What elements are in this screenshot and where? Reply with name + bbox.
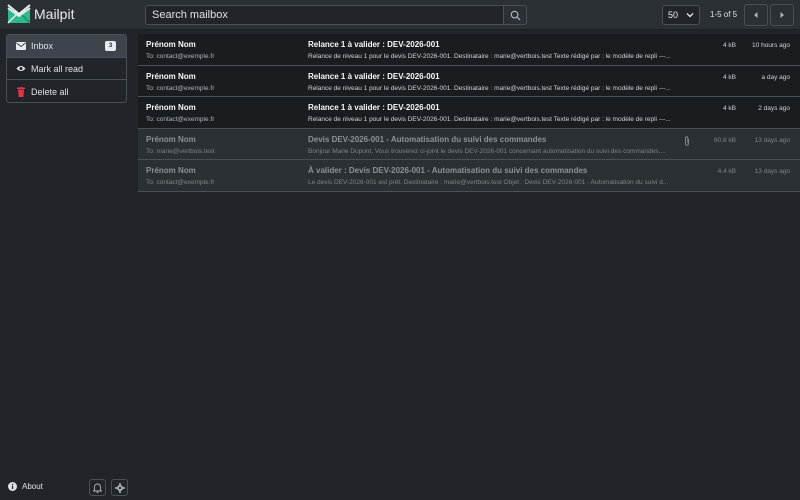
message-from: Prénom Nom — [146, 40, 196, 49]
message-size: 4 kB — [722, 42, 736, 49]
sidebar-item-inbox[interactable]: Inbox 3 — [7, 35, 126, 58]
message-row[interactable]: Prénom Nom To: marie@vertbois.test Devis… — [138, 128, 800, 160]
per-page-value: 50 — [668, 10, 679, 20]
message-row[interactable]: Prénom Nom To: contact@exemple.fr Relanc… — [138, 97, 800, 129]
envelope-icon — [16, 41, 26, 51]
search-icon — [510, 10, 521, 21]
eye-icon — [16, 64, 26, 74]
sidebar-item-label: Delete all — [31, 86, 69, 97]
gear-icon — [114, 482, 125, 493]
unread-count-badge: 3 — [105, 41, 116, 51]
sidebar-item-label: Mark all read — [31, 63, 84, 74]
message-from: Prénom Nom — [146, 134, 196, 144]
caret-left-icon — [754, 12, 758, 18]
message-list: Prénom Nom To: contact@exemple.fr Relanc… — [138, 34, 800, 192]
message-from: Prénom Nom — [146, 71, 196, 81]
sidebar-item-delete-all[interactable]: Delete all — [7, 80, 126, 102]
message-size: 60.8 kB — [713, 136, 736, 144]
info-icon — [8, 482, 17, 491]
next-page-button[interactable] — [770, 4, 794, 26]
sidebar-item-label: Inbox — [31, 40, 54, 51]
message-snippet: Bonjour Marie Dupont, Vous trouverez ci-… — [308, 147, 666, 155]
message-to: To: contact@exemple.fr — [146, 84, 215, 92]
about-link[interactable]: About — [8, 482, 43, 491]
message-time: 13 days ago — [754, 136, 790, 144]
message-from: Prénom Nom — [146, 166, 196, 175]
message-subject: Relance 1 à valider : DEV-2026-001 — [308, 71, 440, 81]
message-snippet: Relance de niveau 1 pour le devis DEV-20… — [308, 84, 671, 92]
message-time: 13 days ago — [754, 168, 790, 175]
message-subject: Devis DEV-2026-001 - Automatisation du s… — [308, 134, 547, 144]
search-input[interactable] — [145, 5, 503, 25]
message-from: Prénom Nom — [146, 103, 196, 112]
message-to: To: contact@exemple.fr — [146, 179, 215, 186]
message-time: 2 days ago — [758, 105, 790, 112]
paperclip-icon — [684, 135, 690, 148]
per-page-select[interactable]: 50 — [662, 5, 700, 25]
notifications-button[interactable] — [89, 479, 106, 496]
about-label: About — [22, 482, 43, 491]
message-row[interactable]: Prénom Nom To: contact@exemple.fr Relanc… — [138, 34, 800, 66]
sidebar-menu: Inbox 3 Mark all read Delete all — [6, 34, 127, 103]
trash-icon — [16, 86, 26, 97]
chevron-down-icon — [686, 13, 694, 18]
caret-right-icon — [780, 12, 784, 18]
bell-icon — [93, 483, 102, 493]
message-row[interactable]: Prénom Nom To: contact@exemple.fr À vali… — [138, 160, 800, 192]
message-size: 4 kB — [722, 105, 736, 112]
message-size: 4.4 kB — [717, 168, 736, 175]
page-range: 1-5 of 5 — [710, 10, 738, 19]
message-subject: Relance 1 à valider : DEV-2026-001 — [308, 40, 440, 49]
message-to: To: marie@vertbois.test — [146, 147, 215, 155]
previous-page-button[interactable] — [744, 4, 768, 26]
top-navbar: Mailpit 50 1-5 of 5 — [0, 0, 800, 30]
search-button[interactable] — [503, 5, 527, 25]
sidebar-item-mark-all-read[interactable]: Mark all read — [7, 58, 126, 81]
message-subject: À valider : Devis DEV-2026-001 - Automat… — [308, 166, 588, 175]
message-time: 10 hours ago — [752, 42, 790, 49]
message-size: 4 kB — [722, 73, 736, 81]
message-snippet: Relance de niveau 1 pour le devis DEV-20… — [308, 53, 671, 60]
message-snippet: Relance de niveau 1 pour le devis DEV-20… — [308, 116, 671, 123]
message-snippet: Le devis DEV-2026-001 est prêt. Destinat… — [308, 179, 669, 186]
mailpit-logo-icon[interactable] — [7, 4, 31, 26]
message-to: To: contact@exemple.fr — [146, 116, 215, 123]
message-to: To: contact@exemple.fr — [146, 53, 215, 60]
message-time: a day ago — [761, 73, 790, 81]
message-subject: Relance 1 à valider : DEV-2026-001 — [308, 103, 440, 112]
app-name[interactable]: Mailpit — [34, 6, 74, 22]
settings-button[interactable] — [111, 479, 128, 496]
message-row[interactable]: Prénom Nom To: contact@exemple.fr Relanc… — [138, 65, 800, 97]
